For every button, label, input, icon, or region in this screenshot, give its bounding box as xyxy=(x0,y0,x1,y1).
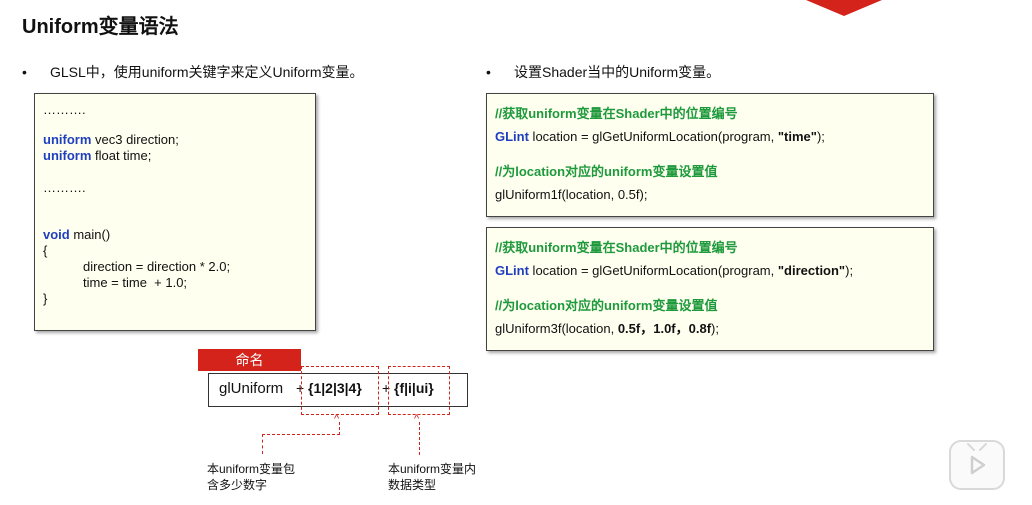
code-ellipsis-2: ………. xyxy=(43,180,86,195)
connector-line xyxy=(419,422,420,455)
uniform-time-code-box: //获取uniform变量在Shader中的位置编号 GLint locatio… xyxy=(486,93,934,217)
code-line-uniform-direction: uniform vec3 direction; xyxy=(43,132,179,148)
code-line-get-location: GLint location = glGetUniformLocation(pr… xyxy=(495,263,853,279)
left-bullet: • GLSL中，使用uniform关键字来定义Uniform变量。 xyxy=(22,62,364,82)
note-line: 本uniform变量内 xyxy=(388,462,477,476)
code-line-get-location: GLint location = glGetUniformLocation(pr… xyxy=(495,129,825,145)
code-comment-set-value: //为location对应的uniform变量设置值 xyxy=(495,298,718,313)
play-button[interactable] xyxy=(949,440,1005,490)
code-comment-get-location: //获取uniform变量在Shader中的位置编号 xyxy=(495,240,738,255)
code-text: ); xyxy=(845,263,854,278)
uniform-name: "direction" xyxy=(777,263,846,278)
arrow-up-icon: ^ xyxy=(414,413,420,425)
code-text: glUniform3f(location, xyxy=(495,321,618,336)
code-comment-set-value: //为location对应的uniform变量设置值 xyxy=(495,164,718,179)
code-text: float time; xyxy=(91,148,152,163)
code-comment-get-location: //获取uniform变量在Shader中的位置编号 xyxy=(495,106,738,121)
page-title: Uniform变量语法 xyxy=(22,16,179,38)
code-line-uniform-time: uniform float time; xyxy=(43,148,151,164)
note-count: 本uniform变量包 含多少数字 xyxy=(207,461,295,493)
arrow-up-icon: ^ xyxy=(334,413,340,425)
note-line: 含多少数字 xyxy=(207,478,268,492)
code-text: location = glGetUniformLocation(program, xyxy=(528,129,778,144)
code-ellipsis-1: ………. xyxy=(43,102,86,117)
uniform-name: "time" xyxy=(777,129,817,144)
play-icon xyxy=(967,443,987,475)
bullet-dot: • xyxy=(486,64,491,80)
uniform-values: 0.5f，1.0f，0.8f xyxy=(617,321,712,336)
brand-triangle xyxy=(806,0,882,16)
right-bullet-text: 设置Shader当中的Uniform变量。 xyxy=(514,64,721,80)
code-brace-close: } xyxy=(43,291,48,306)
keyword-glint: GLint xyxy=(495,129,529,144)
note-line: 数据类型 xyxy=(388,478,437,492)
keyword-uniform: uniform xyxy=(43,132,92,147)
keyword-uniform: uniform xyxy=(43,148,92,163)
uniform-direction-code-box: //获取uniform变量在Shader中的位置编号 GLint locatio… xyxy=(486,227,934,351)
glsl-code-box: ………. uniform vec3 direction; uniform flo… xyxy=(34,93,316,331)
code-stmt-time: time = time + 1.0; xyxy=(83,275,188,290)
formula-base: glUniform xyxy=(219,380,284,397)
left-bullet-text: GLSL中，使用uniform关键字来定义Uniform变量。 xyxy=(50,64,364,80)
keyword-glint: GLint xyxy=(495,263,529,278)
connector-line xyxy=(262,434,263,454)
code-text: main() xyxy=(69,227,111,242)
type-highlight-box xyxy=(388,366,450,415)
connector-line xyxy=(262,434,340,435)
keyword-void: void xyxy=(43,227,70,242)
right-bullet: • 设置Shader当中的Uniform变量。 xyxy=(486,62,720,82)
code-line-set-value: glUniform1f(location, 0.5f); xyxy=(495,187,648,202)
code-text: ); xyxy=(711,321,719,336)
code-text: vec3 direction; xyxy=(91,132,179,147)
code-line-set-value: glUniform3f(location, 0.5f，1.0f，0.8f); xyxy=(495,321,719,337)
code-brace-open: { xyxy=(43,243,48,258)
count-highlight-box xyxy=(301,366,379,415)
note-line: 本uniform变量包 xyxy=(207,462,296,476)
code-text: location = glGetUniformLocation(program, xyxy=(528,263,778,278)
code-stmt-direction: direction = direction * 2.0; xyxy=(83,259,231,274)
code-text: ); xyxy=(816,129,825,144)
note-type: 本uniform变量内 数据类型 xyxy=(388,461,476,493)
code-line-main: void main() xyxy=(43,227,110,243)
naming-tag: 命名 xyxy=(198,349,301,371)
bullet-dot: • xyxy=(22,64,27,80)
